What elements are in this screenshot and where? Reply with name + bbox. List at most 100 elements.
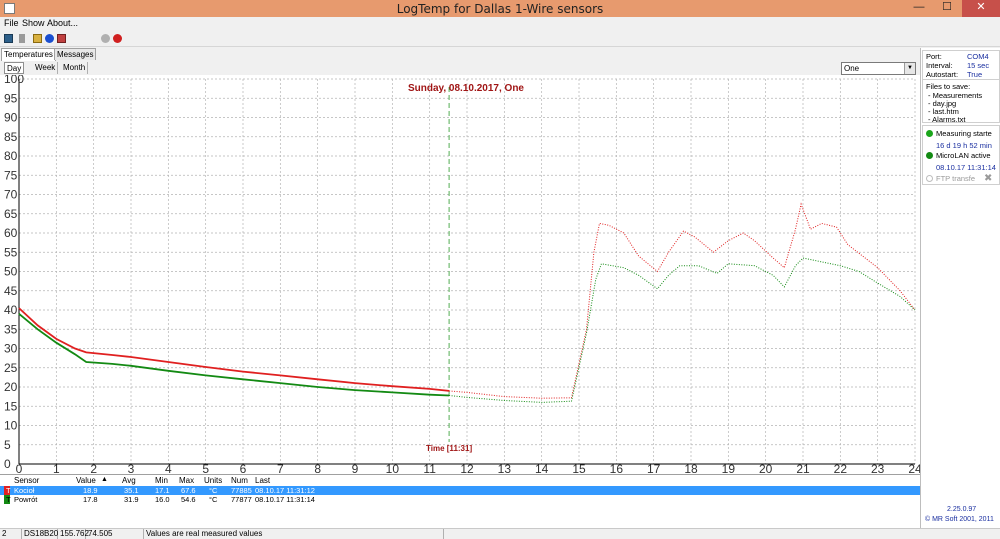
- y-tick-label: 70: [4, 188, 18, 202]
- chevron-down-icon[interactable]: ▼: [904, 63, 915, 74]
- status-bar: 2 DS18B20 155.762 74.505 Values are real…: [0, 528, 1000, 539]
- x-tick-label: 6: [240, 462, 247, 474]
- title-bar: LogTemp for Dallas 1-Wire sensors — ☐ ✕: [0, 0, 1000, 17]
- col-num[interactable]: Num: [231, 476, 248, 485]
- table-row[interactable]: T Kocioł 18.9 35.1 17.1 67.6 °C 77885 08…: [0, 486, 920, 495]
- stop-icon[interactable]: [113, 34, 122, 43]
- x-tick-label: 17: [647, 462, 661, 474]
- files-box: Files to save: - Measurements - day.jpg …: [922, 79, 1000, 124]
- tab-temperatures[interactable]: Temperatures: [1, 48, 56, 61]
- sensor-code: T: [6, 486, 11, 495]
- table-row[interactable]: T Powrót 17.8 31.9 16.0 54.6 °C 77877 08…: [0, 495, 920, 504]
- x-tick-label: 2: [90, 462, 97, 474]
- x-tick-label: 15: [572, 462, 586, 474]
- x-tick-label: 1: [53, 462, 60, 474]
- sort-asc-icon[interactable]: ▲: [101, 476, 108, 483]
- x-tick-label: 5: [202, 462, 209, 474]
- x-tick-label: 12: [460, 462, 474, 474]
- tab-month[interactable]: Month: [61, 62, 89, 74]
- sensor-last: 08.10.17 11:31:14: [255, 495, 315, 504]
- tab-day[interactable]: Day: [4, 62, 25, 74]
- x-tick-label: 10: [386, 462, 400, 474]
- x-tick-label: 20: [759, 462, 773, 474]
- menu-about[interactable]: About...: [47, 18, 78, 28]
- interval-value: 15 sec: [967, 61, 990, 70]
- x-tick-label: 18: [684, 462, 698, 474]
- minimize-button[interactable]: —: [906, 0, 932, 17]
- sensor-min: 17.1: [155, 486, 170, 495]
- version: 2.25.0.97: [947, 506, 977, 513]
- menu-bar: File Show About...: [0, 17, 1000, 30]
- sensor-num: 77885: [231, 486, 252, 495]
- tab-messages[interactable]: Messages: [54, 48, 97, 60]
- chart-title: Sunday, 08.10.2017, One: [408, 83, 524, 94]
- y-tick-label: 60: [4, 226, 18, 240]
- sensor-code: T: [6, 495, 11, 504]
- y-tick-label: 75: [4, 168, 18, 182]
- activity-box: Measuring starte 16 d 19 h 52 min MicroL…: [922, 125, 1000, 185]
- sensor-num: 77877: [231, 495, 252, 504]
- x-tick-label: 21: [796, 462, 810, 474]
- tab-week[interactable]: Week: [33, 62, 59, 74]
- x-tick-label: 3: [128, 462, 135, 474]
- col-min[interactable]: Min: [155, 476, 168, 485]
- delete-icon[interactable]: [19, 34, 25, 43]
- close-icon[interactable]: ✖: [984, 173, 992, 184]
- file-item: - Alarms.txt: [928, 115, 966, 124]
- port-label: Port:: [926, 52, 942, 61]
- sensor-avg: 31.9: [124, 495, 139, 504]
- col-avg[interactable]: Avg: [122, 476, 136, 485]
- network-disabled-icon[interactable]: [101, 34, 110, 43]
- sensor-select[interactable]: One ▼: [841, 62, 916, 75]
- y-tick-label: 40: [4, 303, 18, 317]
- copyright: © MR Soft 2001, 2011: [925, 516, 994, 523]
- toolbar: [0, 30, 1000, 47]
- sensor-avg: 35.1: [124, 486, 139, 495]
- y-tick-label: 30: [4, 342, 18, 356]
- y-tick-label: 15: [4, 399, 18, 413]
- alarm-icon[interactable]: [57, 34, 66, 43]
- y-tick-label: 5: [4, 438, 11, 452]
- col-sensor[interactable]: Sensor: [14, 476, 39, 485]
- col-last[interactable]: Last: [255, 476, 270, 485]
- col-units[interactable]: Units: [204, 476, 222, 485]
- sensor-name: Powrót: [14, 495, 38, 504]
- measuring-status-icon: [926, 130, 933, 137]
- x-tick-label: 4: [165, 462, 172, 474]
- sensor-units: °C: [209, 486, 218, 495]
- ftp-label: FTP transfe: [936, 174, 976, 183]
- sensor-min: 16.0: [155, 495, 170, 504]
- series-line-previous-powrot: [449, 257, 916, 403]
- y-tick-label: 95: [4, 91, 18, 105]
- open-folder-icon[interactable]: [33, 34, 42, 43]
- sensor-table: Sensor Value ▲ Avg Min Max Units Num Las…: [0, 474, 920, 528]
- y-tick-label: 85: [4, 130, 18, 144]
- maximize-button[interactable]: ☐: [934, 0, 960, 17]
- x-tick-label: 24: [908, 462, 920, 474]
- y-tick-label: 100: [4, 75, 24, 86]
- sensor-units: °C: [209, 495, 218, 504]
- y-tick-label: 10: [4, 419, 18, 433]
- x-tick-label: 22: [834, 462, 848, 474]
- series-line-measured-powrot: [18, 313, 450, 397]
- x-tick-label: 16: [610, 462, 624, 474]
- window-title: LogTemp for Dallas 1-Wire sensors: [396, 2, 604, 16]
- menu-show[interactable]: Show: [22, 18, 45, 28]
- measuring-label: Measuring starte: [936, 129, 992, 138]
- y-tick-label: 80: [4, 149, 18, 163]
- info-icon[interactable]: [45, 34, 54, 43]
- x-tick-label: 8: [314, 462, 321, 474]
- menu-file[interactable]: File: [4, 18, 19, 28]
- time-marker-label: Time [11:31]: [426, 444, 472, 453]
- close-button[interactable]: ✕: [962, 0, 1000, 17]
- col-max[interactable]: Max: [179, 476, 194, 485]
- microlan-status-icon: [926, 152, 933, 159]
- col-value[interactable]: Value: [76, 476, 96, 485]
- y-tick-label: 35: [4, 322, 18, 336]
- y-tick-label: 0: [4, 457, 11, 471]
- y-tick-label: 50: [4, 265, 18, 279]
- y-tick-label: 90: [4, 111, 18, 125]
- sensor-select-value: One: [844, 64, 860, 73]
- status-panel: Port: COM4 Interval: 15 sec Autostart: T…: [920, 48, 1000, 528]
- save-icon[interactable]: [4, 34, 13, 43]
